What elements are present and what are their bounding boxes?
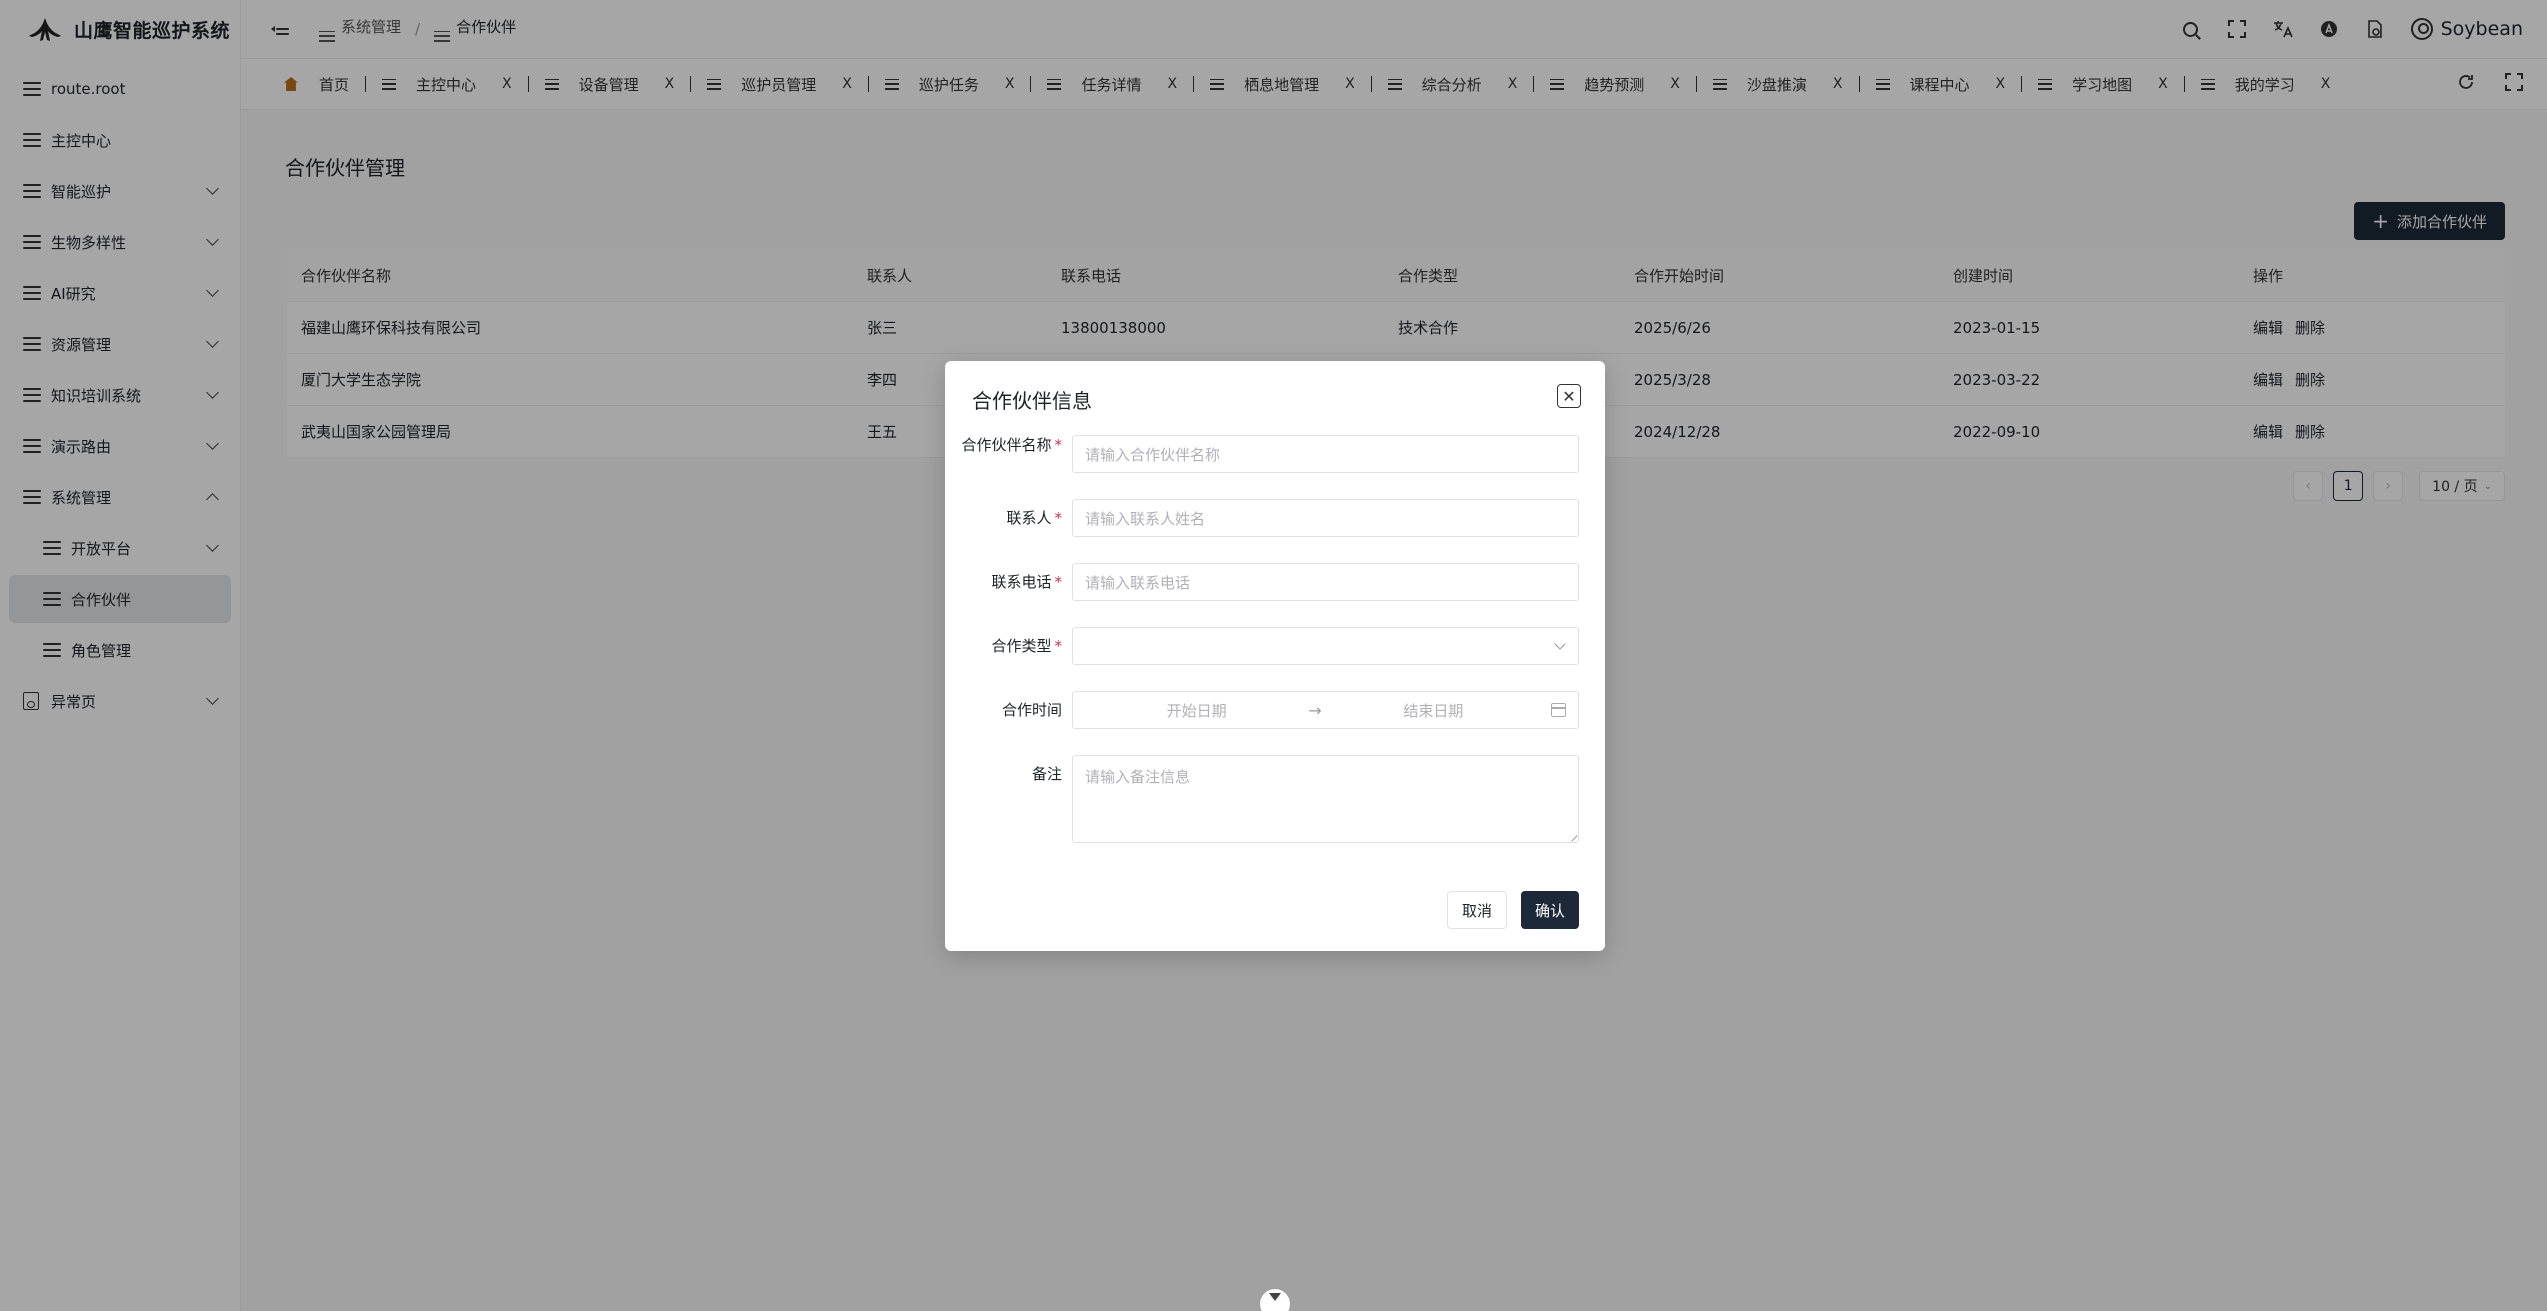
resize-handle-icon[interactable] [1566,830,1578,842]
phone-label-text: 联系电话 [991,573,1052,591]
remark-textarea[interactable]: 请输入备注信息 [1072,755,1579,843]
remark-label: 备注 [1031,765,1062,783]
contact-placeholder: 请输入联系人姓名 [1085,509,1206,528]
calendar-icon [1551,703,1566,717]
arrow-right-icon: → [1308,700,1322,720]
dialog-actions: 取消 确认 [1446,891,1579,929]
dialog-title: 合作伙伴信息 [972,389,1092,413]
expand-handle-icon[interactable] [1260,1289,1290,1311]
type-label-text: 合作类型 [991,637,1052,655]
close-icon[interactable]: ✕ [1557,384,1581,408]
chevron-down-icon [1554,638,1566,650]
end-date-placeholder[interactable]: 结束日期 [1322,700,1545,721]
type-label: 合作类型 * [945,627,1072,665]
partner-name-placeholder: 请输入合作伙伴名称 [1085,445,1221,464]
cooperation-type-select[interactable] [1072,627,1579,665]
form-row-type: 合作类型 * [945,627,1579,665]
phone-label: 联系电话 * [945,563,1072,601]
remark-placeholder: 请输入备注信息 [1085,768,1191,786]
required-mark: * [1054,509,1063,527]
phone-input[interactable]: 请输入联系电话 [1072,563,1579,601]
required-mark: * [1054,637,1063,655]
required-mark: * [1054,573,1063,591]
date-range-picker[interactable]: 开始日期 → 结束日期 [1072,691,1579,729]
cancel-button[interactable]: 取消 [1446,891,1507,929]
start-date-placeholder[interactable]: 开始日期 [1085,700,1308,721]
partner-info-dialog: 合作伙伴信息 ✕ 合作伙伴名称 * 请输入合作伙伴名称 联系人 * 请输入联系人姓名… [945,361,1605,951]
name-label: 合作伙伴名称 * [945,435,1072,473]
required-mark: * [1054,436,1063,454]
confirm-button[interactable]: 确认 [1520,891,1579,929]
name-label-text: 合作伙伴名称 [961,436,1052,454]
phone-placeholder: 请输入联系电话 [1085,573,1191,592]
form-row-remark: 备注 请输入备注信息 [945,755,1579,843]
form-row-phone: 联系电话 * 请输入联系电话 [945,563,1579,601]
form-row-contact: 联系人 * 请输入联系人姓名 [945,499,1579,537]
contact-label: 联系人 * [945,499,1072,537]
partner-name-input[interactable]: 请输入合作伙伴名称 [1072,435,1579,473]
form-row-time: 合作时间 开始日期 → 结束日期 [945,691,1579,729]
contact-input[interactable]: 请输入联系人姓名 [1072,499,1579,537]
time-label: 合作时间 [1001,701,1062,719]
contact-label-text: 联系人 [1006,509,1052,527]
form-row-name: 合作伙伴名称 * 请输入合作伙伴名称 [945,435,1579,473]
